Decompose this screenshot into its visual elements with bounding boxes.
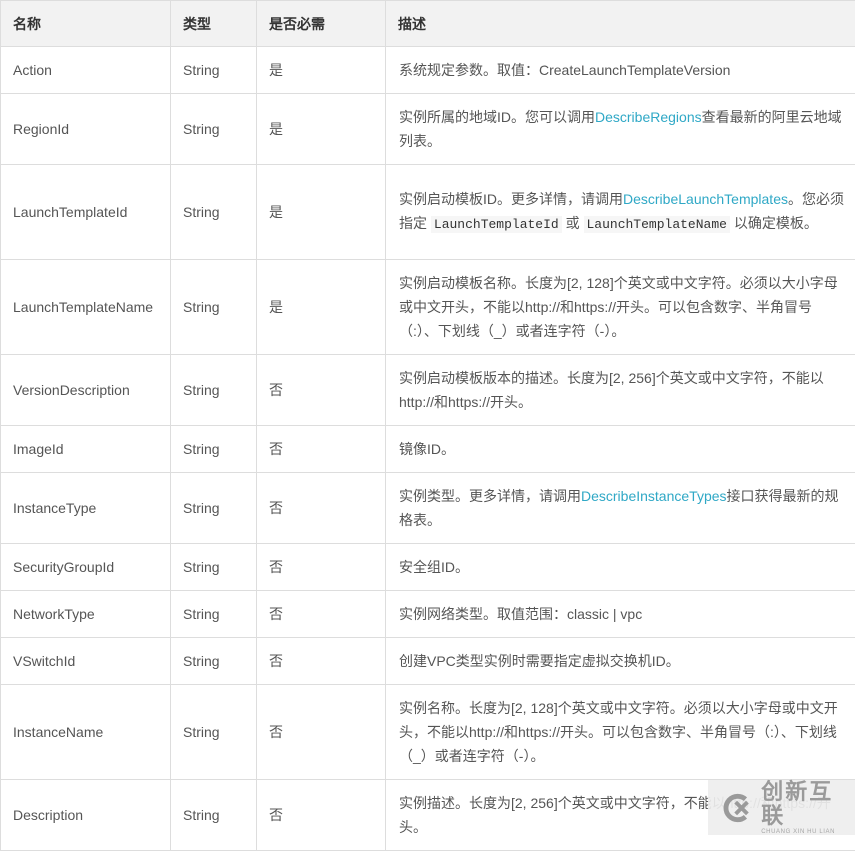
table-row: ImageIdString否镜像ID。 <box>1 426 855 473</box>
header-description: 描述 <box>386 1 855 47</box>
param-type: String <box>171 591 257 638</box>
param-description: 创建VPC类型实例时需要指定虚拟交换机ID。 <box>386 638 855 685</box>
param-type: String <box>171 260 257 355</box>
param-required: 是 <box>257 94 386 165</box>
param-required: 否 <box>257 685 386 780</box>
param-name: VersionDescription <box>1 355 171 426</box>
param-type: String <box>171 473 257 544</box>
param-description: 实例启动模板版本的描述。长度为[2, 256]个英文或中文字符，不能以http:… <box>386 355 855 426</box>
api-link[interactable]: DescribeInstanceTypes <box>581 488 727 504</box>
description-text: 以确定模板。 <box>730 215 818 231</box>
description-text: 镜像ID。 <box>399 441 455 457</box>
param-description: 实例类型。更多详情，请调用DescribeInstanceTypes接口获得最新… <box>386 473 855 544</box>
param-description: 实例启动模板ID。更多详情，请调用DescribeLaunchTemplates… <box>386 165 855 260</box>
inline-code: LaunchTemplateName <box>584 216 730 233</box>
watermark-text-cn: 创新互联 <box>761 780 855 828</box>
param-required: 否 <box>257 780 386 851</box>
param-type: String <box>171 47 257 94</box>
param-description: 系统规定参数。取值：CreateLaunchTemplateVersion <box>386 47 855 94</box>
param-description: 安全组ID。 <box>386 544 855 591</box>
param-required: 否 <box>257 544 386 591</box>
header-name: 名称 <box>1 1 171 47</box>
param-type: String <box>171 544 257 591</box>
param-name: ImageId <box>1 426 171 473</box>
description-text: 实例启动模板名称。长度为[2, 128]个英文或中文字符。必须以大小字母或中文开… <box>399 275 838 339</box>
param-name: VSwitchId <box>1 638 171 685</box>
param-name: InstanceType <box>1 473 171 544</box>
param-description: 实例所属的地域ID。您可以调用DescribeRegions查看最新的阿里云地域… <box>386 94 855 165</box>
param-description: 实例网络类型。取值范围：classic | vpc <box>386 591 855 638</box>
param-name: InstanceName <box>1 685 171 780</box>
param-name: RegionId <box>1 94 171 165</box>
table-row: VSwitchIdString否创建VPC类型实例时需要指定虚拟交换机ID。 <box>1 638 855 685</box>
param-required: 是 <box>257 165 386 260</box>
description-text: 或 <box>562 215 584 231</box>
param-name: NetworkType <box>1 591 171 638</box>
param-required: 否 <box>257 426 386 473</box>
param-type: String <box>171 165 257 260</box>
watermark: 创新互联 CHUANG XIN HU LIAN <box>708 780 855 835</box>
header-required: 是否必需 <box>257 1 386 47</box>
table-row: SecurityGroupIdString否安全组ID。 <box>1 544 855 591</box>
description-text: 系统规定参数。取值：CreateLaunchTemplateVersion <box>399 62 730 78</box>
table-row: LaunchTemplateIdString是实例启动模板ID。更多详情，请调用… <box>1 165 855 260</box>
table-row: ActionString是系统规定参数。取值：CreateLaunchTempl… <box>1 47 855 94</box>
param-type: String <box>171 355 257 426</box>
table-row: LaunchTemplateNameString是实例启动模板名称。长度为[2,… <box>1 260 855 355</box>
table-row: InstanceNameString否实例名称。长度为[2, 128]个英文或中… <box>1 685 855 780</box>
param-type: String <box>171 94 257 165</box>
description-text: 安全组ID。 <box>399 559 469 575</box>
table-row: RegionIdString是实例所属的地域ID。您可以调用DescribeRe… <box>1 94 855 165</box>
description-text: 实例所属的地域ID。您可以调用 <box>399 109 595 125</box>
param-name: Action <box>1 47 171 94</box>
param-description: 实例启动模板名称。长度为[2, 128]个英文或中文字符。必须以大小字母或中文开… <box>386 260 855 355</box>
inline-code: LaunchTemplateId <box>431 216 562 233</box>
table-row: InstanceTypeString否实例类型。更多详情，请调用Describe… <box>1 473 855 544</box>
param-required: 否 <box>257 591 386 638</box>
param-description: 镜像ID。 <box>386 426 855 473</box>
header-type: 类型 <box>171 1 257 47</box>
param-type: String <box>171 638 257 685</box>
cx-logo-icon <box>722 792 753 824</box>
api-link[interactable]: DescribeLaunchTemplates <box>623 191 788 207</box>
watermark-text-en: CHUANG XIN HU LIAN <box>761 828 855 836</box>
param-required: 否 <box>257 473 386 544</box>
param-required: 是 <box>257 260 386 355</box>
param-required: 是 <box>257 47 386 94</box>
param-name: SecurityGroupId <box>1 544 171 591</box>
param-name: LaunchTemplateId <box>1 165 171 260</box>
table-row: NetworkTypeString否实例网络类型。取值范围：classic | … <box>1 591 855 638</box>
param-type: String <box>171 780 257 851</box>
param-required: 否 <box>257 638 386 685</box>
description-text: 创建VPC类型实例时需要指定虚拟交换机ID。 <box>399 653 680 669</box>
param-type: String <box>171 426 257 473</box>
api-link[interactable]: DescribeRegions <box>595 109 702 125</box>
table-header-row: 名称 类型 是否必需 描述 <box>1 1 855 47</box>
table-row: VersionDescriptionString否实例启动模板版本的描述。长度为… <box>1 355 855 426</box>
description-text: 实例网络类型。取值范围：classic | vpc <box>399 606 642 622</box>
description-text: 实例类型。更多详情，请调用 <box>399 488 581 504</box>
param-required: 否 <box>257 355 386 426</box>
parameters-table: 名称 类型 是否必需 描述 ActionString是系统规定参数。取值：Cre… <box>0 0 855 851</box>
param-name: LaunchTemplateName <box>1 260 171 355</box>
param-type: String <box>171 685 257 780</box>
param-name: Description <box>1 780 171 851</box>
description-text: 实例名称。长度为[2, 128]个英文或中文字符。必须以大小字母或中文开头，不能… <box>399 700 838 764</box>
description-text: 实例启动模板版本的描述。长度为[2, 256]个英文或中文字符，不能以http:… <box>399 370 824 410</box>
description-text: 实例启动模板ID。更多详情，请调用 <box>399 191 623 207</box>
param-description: 实例名称。长度为[2, 128]个英文或中文字符。必须以大小字母或中文开头，不能… <box>386 685 855 780</box>
